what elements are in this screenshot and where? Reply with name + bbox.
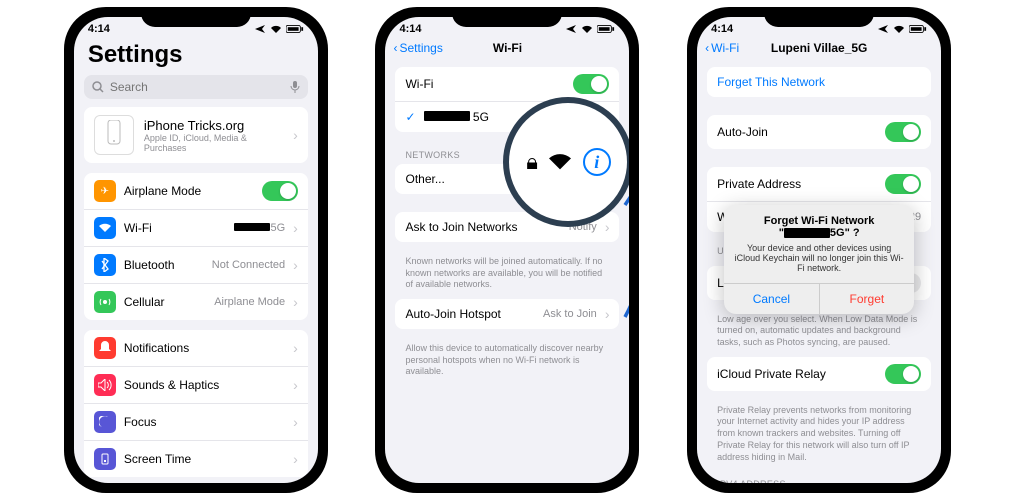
row-private-relay[interactable]: iCloud Private Relay xyxy=(707,357,931,391)
chevron-right-icon: › xyxy=(293,377,298,393)
apple-id-sub: Apple ID, iCloud, Media & Purchases xyxy=(144,133,283,153)
status-time: 4:14 xyxy=(88,23,110,35)
mic-icon[interactable] xyxy=(290,81,300,93)
chevron-right-icon: › xyxy=(293,294,298,310)
wifi-toggle[interactable] xyxy=(573,74,609,94)
screen-settings: 4:14 Settings iPhone Tricks.org Apple ID… xyxy=(74,17,318,483)
wifi-status-icon xyxy=(893,24,905,34)
chevron-left-icon: ‹ xyxy=(393,41,397,55)
status-time: 4:14 xyxy=(711,23,733,35)
info-icon[interactable]: i xyxy=(591,110,605,124)
row-private-address[interactable]: Private Address xyxy=(707,167,931,202)
nav-title: Lupeni Villae_5G xyxy=(771,41,867,55)
focus-icon xyxy=(94,411,116,433)
chevron-right-icon: › xyxy=(605,306,610,322)
notch xyxy=(452,7,562,27)
chevron-right-icon: › xyxy=(293,127,298,143)
search-field[interactable] xyxy=(84,75,308,99)
sounds-icon xyxy=(94,374,116,396)
wifi-status-icon xyxy=(581,24,593,34)
row-forget-network[interactable]: Forget This Network xyxy=(707,67,931,97)
airplane-status-icon xyxy=(565,24,577,34)
battery-icon xyxy=(909,24,927,34)
screen-wifi: 4:14 ‹Settings Wi-Fi Wi-Fi ✓ 5G 🔒︎ xyxy=(385,17,629,483)
nav-title: Wi-Fi xyxy=(493,41,522,55)
chevron-left-icon: ‹ xyxy=(705,41,709,55)
screen-time-icon xyxy=(94,448,116,470)
notifications-icon xyxy=(94,337,116,359)
search-input[interactable] xyxy=(110,80,284,94)
ipv4-header: IPV4 ADDRESS xyxy=(697,471,941,483)
status-time: 4:14 xyxy=(399,23,421,35)
forget-button[interactable]: Forget xyxy=(820,284,915,314)
chevron-right-icon: › xyxy=(293,257,298,273)
dialog-title: Forget Wi-Fi Network "5G" ? xyxy=(724,205,914,241)
auto-join-toggle[interactable] xyxy=(885,122,921,142)
airplane-toggle[interactable] xyxy=(262,181,298,201)
row-auto-join-hotspot[interactable]: Auto-Join Hotspot Ask to Join › xyxy=(395,299,619,329)
battery-icon xyxy=(286,24,304,34)
row-screen-time[interactable]: Screen Time › xyxy=(84,441,308,477)
status-icons xyxy=(254,24,304,34)
airplane-status-icon xyxy=(254,24,266,34)
status-icons xyxy=(565,24,615,34)
back-button[interactable]: ‹Wi-Fi xyxy=(705,41,739,55)
notch xyxy=(764,7,874,27)
airplane-status-icon xyxy=(877,24,889,34)
avatar xyxy=(94,115,134,155)
row-cellular[interactable]: Cellular Airplane Mode › xyxy=(84,284,308,320)
row-auto-join[interactable]: Auto-Join xyxy=(707,115,931,149)
forget-dialog: Forget Wi-Fi Network "5G" ? Your device … xyxy=(724,205,914,314)
chevron-right-icon: › xyxy=(293,451,298,467)
network-status-icons: 🔒︎ i xyxy=(560,110,605,124)
row-ask-to-join[interactable]: Ask to Join Networks Notify › xyxy=(395,212,619,242)
row-sounds[interactable]: Sounds & Haptics › xyxy=(84,367,308,404)
bluetooth-icon xyxy=(94,254,116,276)
row-wifi-toggle[interactable]: Wi-Fi xyxy=(395,67,619,102)
apple-id-name: iPhone Tricks.org xyxy=(144,118,283,133)
row-notifications[interactable]: Notifications › xyxy=(84,330,308,367)
wifi-icon xyxy=(94,217,116,239)
row-bluetooth[interactable]: Bluetooth Not Connected › xyxy=(84,247,308,284)
row-wifi[interactable]: Wi-Fi 5G › xyxy=(84,210,308,247)
status-icons xyxy=(877,24,927,34)
battery-icon xyxy=(597,24,615,34)
connected-network-name: 5G xyxy=(424,110,553,124)
private-relay-toggle[interactable] xyxy=(885,364,921,384)
nav-bar: ‹Wi-Fi Lupeni Villae_5G xyxy=(697,37,941,61)
notch xyxy=(141,7,251,27)
search-icon xyxy=(92,81,104,93)
back-button[interactable]: ‹Settings xyxy=(393,41,442,55)
networks-header: NETWORKS xyxy=(385,142,629,164)
relay-note: Private Relay prevents networks from mon… xyxy=(697,401,941,471)
row-airplane-mode[interactable]: ✈︎ Airplane Mode xyxy=(84,173,308,210)
hotspot-note: Allow this device to automatically disco… xyxy=(385,339,629,386)
airplane-icon: ✈︎ xyxy=(94,180,116,202)
chevron-right-icon: › xyxy=(293,220,298,236)
page-title: Settings xyxy=(74,37,318,75)
lock-icon: 🔒︎ xyxy=(560,112,565,123)
screen-network-detail: 4:14 ‹Wi-Fi Lupeni Villae_5G Forget This… xyxy=(697,17,941,483)
low-data-note: Low age over you select. When Low Data M… xyxy=(697,310,941,357)
row-other-network[interactable]: Other... xyxy=(395,164,619,194)
phone-2-wifi: 4:14 ‹Settings Wi-Fi Wi-Fi ✓ 5G 🔒︎ xyxy=(375,7,639,493)
private-address-toggle[interactable] xyxy=(885,174,921,194)
apple-id-row[interactable]: iPhone Tricks.org Apple ID, iCloud, Medi… xyxy=(84,107,308,163)
ask-join-note: Known networks will be joined automatica… xyxy=(385,252,629,299)
chevron-right-icon: › xyxy=(293,414,298,430)
nav-bar: ‹Settings Wi-Fi xyxy=(385,37,629,61)
row-focus[interactable]: Focus › xyxy=(84,404,308,441)
wifi-value: 5G xyxy=(234,222,285,234)
cellular-icon xyxy=(94,291,116,313)
wifi-signal-icon xyxy=(571,111,585,123)
wifi-status-icon xyxy=(270,24,282,34)
row-connected-network[interactable]: ✓ 5G 🔒︎ i xyxy=(395,102,619,132)
cancel-button[interactable]: Cancel xyxy=(724,284,820,314)
phone-3-network-detail: 4:14 ‹Wi-Fi Lupeni Villae_5G Forget This… xyxy=(687,7,951,493)
chevron-right-icon: › xyxy=(293,340,298,356)
checkmark-icon: ✓ xyxy=(405,110,415,124)
phone-1-settings: 4:14 Settings iPhone Tricks.org Apple ID… xyxy=(64,7,328,493)
chevron-right-icon: › xyxy=(605,219,610,235)
dialog-message: Your device and other devices using iClo… xyxy=(724,241,914,283)
